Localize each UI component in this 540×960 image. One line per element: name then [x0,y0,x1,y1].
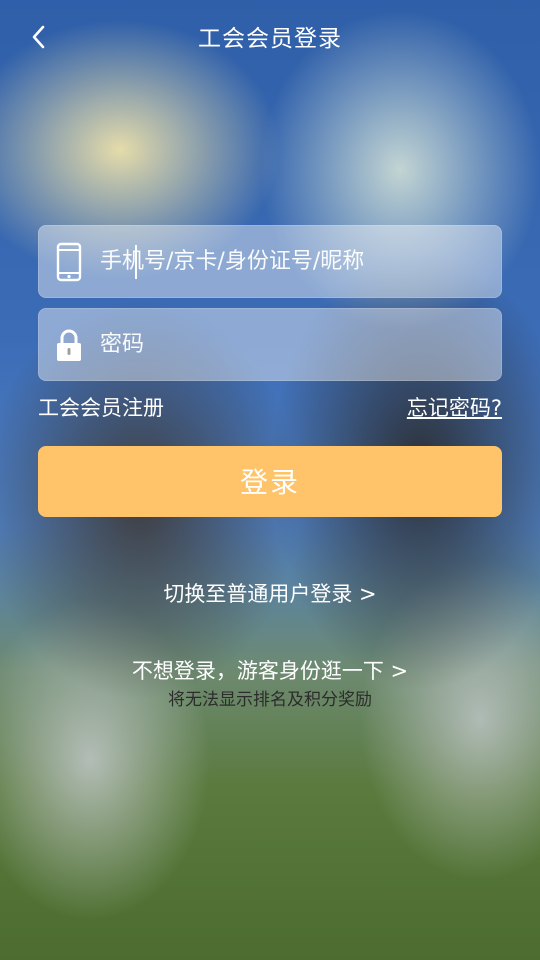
register-link[interactable]: 工会会员注册 [38,393,164,423]
login-screen: 工会会员登录 工会会员注册 忘记密码? 登录 切换至普通用户登录 > [0,0,540,960]
forgot-password-link[interactable]: 忘记密码? [407,393,502,423]
phone-icon [38,225,100,298]
links-row: 工会会员注册 忘记密码? [38,393,502,425]
top-bar: 工会会员登录 [0,0,540,76]
login-button[interactable]: 登录 [38,446,502,517]
account-input[interactable] [100,225,502,298]
password-field[interactable] [38,308,502,381]
guest-note: 将无法显示排名及积分奖励 [168,690,372,710]
text-caret [135,245,137,279]
guest-browse-link[interactable]: 不想登录，游客身份逛一下 > [0,655,540,687]
lock-icon [38,308,100,381]
switch-to-normal-user-link[interactable]: 切换至普通用户登录 > [0,578,540,610]
page-title: 工会会员登录 [198,26,342,52]
account-field[interactable] [38,225,502,298]
password-input[interactable] [100,308,502,381]
